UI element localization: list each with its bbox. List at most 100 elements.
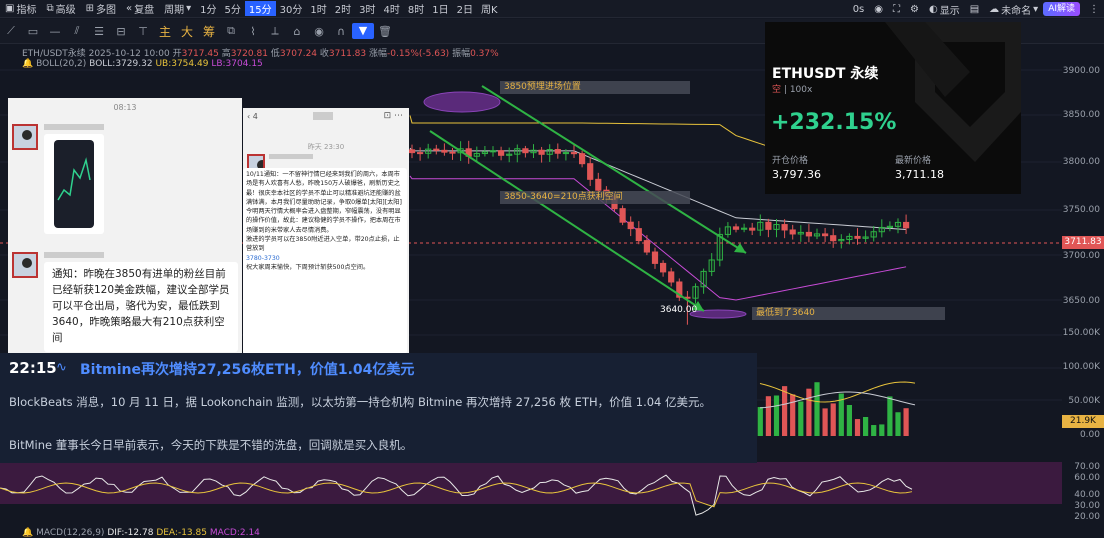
rect-tool-icon[interactable]: ▭ bbox=[22, 25, 44, 38]
volume-bar bbox=[854, 419, 861, 436]
news-headline[interactable]: Bitmine再次增持27,256枚ETH，价值1.04亿美元 bbox=[80, 359, 414, 379]
candle-body bbox=[570, 152, 578, 155]
channel-tool-icon[interactable]: ⫽ bbox=[66, 24, 88, 38]
timeframe-tab[interactable]: 1分 bbox=[196, 1, 220, 16]
period-button[interactable]: 周期 ▾ bbox=[159, 0, 196, 18]
candle-body bbox=[749, 227, 756, 231]
lock-icon[interactable]: ⌂ bbox=[286, 25, 308, 38]
boll-info: 🔔 BOLL(20,2) BOLL:3729.32 UB:3754.49 LB:… bbox=[22, 59, 263, 69]
replay-button[interactable]: «复盘 bbox=[121, 0, 159, 18]
fib-tool-icon[interactable]: ☰ bbox=[88, 25, 110, 38]
pnl-percent: +232.15% bbox=[771, 110, 897, 135]
volume-tag: 21.9K bbox=[1062, 415, 1104, 428]
eye-icon[interactable]: ◉ bbox=[308, 25, 330, 38]
measure-tool-icon[interactable]: ⊟ bbox=[110, 25, 132, 38]
trend-arrow-2 bbox=[429, 130, 705, 312]
layout-icon[interactable]: ▤ bbox=[965, 0, 984, 18]
timeframe-tab[interactable]: 15分 bbox=[244, 1, 276, 16]
candle-body bbox=[830, 235, 837, 242]
candle-body bbox=[619, 208, 626, 223]
line-tool-icon[interactable]: ⟋ bbox=[0, 24, 22, 38]
y-tick: 0.00 bbox=[1079, 430, 1100, 440]
camera-icon[interactable]: ◉ bbox=[869, 0, 888, 18]
candle-body bbox=[732, 226, 740, 230]
y-tick: 3850.00 bbox=[1062, 110, 1100, 120]
chat-time: 08:13 bbox=[113, 103, 137, 112]
candle-body bbox=[449, 151, 456, 154]
thumbnail-chart bbox=[57, 157, 91, 201]
filter-icon[interactable]: ▼ bbox=[352, 23, 374, 39]
volume-bar bbox=[887, 396, 893, 436]
cloud-button[interactable]: ☁ 未命名 ▾ bbox=[984, 0, 1043, 18]
chip-tool[interactable]: 筹 bbox=[198, 23, 220, 40]
volume-bar bbox=[790, 394, 796, 436]
high-value: 3720.81 bbox=[230, 49, 268, 59]
volume-bar bbox=[806, 388, 812, 436]
timeframe-tab[interactable]: 周K bbox=[477, 1, 502, 16]
bell-icon[interactable]: 🔔 bbox=[22, 59, 33, 69]
close-value: 3711.83 bbox=[328, 49, 367, 59]
chat-message: 通知：昨晚在3850有进单的粉丝目前已经斩获120美金跌幅，建议全部学员可以平仓… bbox=[44, 262, 238, 352]
timeframe-tab[interactable]: 2日 bbox=[453, 1, 477, 16]
hline-tool-icon[interactable]: — bbox=[44, 25, 66, 38]
amplitude-value: 0.37% bbox=[470, 49, 499, 59]
redacted-name bbox=[44, 252, 104, 258]
annotation-entry[interactable]: 3850预埋进场位置 bbox=[500, 81, 690, 94]
boll-name: BOLL(20,2) bbox=[36, 59, 87, 69]
news-paragraph-2: BitMine 董事长今日早前表示，今天的下跌是不错的洗盘，回调就是买入良机。 bbox=[9, 438, 413, 452]
candle-body bbox=[635, 228, 642, 242]
timeframe-tab[interactable]: 3时 bbox=[355, 1, 379, 16]
annotation-lowest[interactable]: 最低到了3640 bbox=[752, 307, 945, 320]
more-icon[interactable]: ⋮ bbox=[1084, 0, 1104, 18]
open-value: 3717.45 bbox=[181, 49, 219, 59]
annotation-profit-range[interactable]: 3850-3640=210点获利空间 bbox=[500, 191, 690, 204]
candle-body bbox=[538, 149, 545, 155]
ruler-icon[interactable]: ⟂ bbox=[264, 24, 286, 38]
volume-bar bbox=[757, 407, 763, 436]
timeframe-tab[interactable]: 8时 bbox=[404, 1, 428, 16]
redacted-name bbox=[44, 124, 104, 130]
volume-bar bbox=[879, 424, 885, 436]
trash-icon[interactable]: 🗑 bbox=[374, 25, 396, 38]
y-tick: 70.00 bbox=[1074, 462, 1100, 472]
timeframe-tab[interactable]: 1时 bbox=[306, 1, 330, 16]
candle-body bbox=[789, 229, 796, 235]
ai-interpret-button[interactable]: AI解读 bbox=[1043, 2, 1080, 16]
news-paragraph-1: BlockBeats 消息，10 月 11 日，据 Lookonchain 监测… bbox=[9, 395, 712, 409]
top-toolbar: ▣ 指标 ⧉ 高级 ⊞ 多图 «复盘 周期 ▾ 1分 5分 15分 30分 1时 2时 3时 4时 8时… bbox=[0, 0, 1104, 18]
big-order-tool[interactable]: 大 bbox=[176, 23, 198, 40]
timeframe-tab[interactable]: 5分 bbox=[221, 1, 245, 16]
timeframe-tab[interactable]: 1日 bbox=[428, 1, 452, 16]
datetime-label: 2025-10-12 10:00 bbox=[88, 49, 170, 59]
menu-icons[interactable]: ⊡ ⋯ bbox=[384, 111, 403, 121]
volume-bar bbox=[773, 395, 780, 436]
avatar bbox=[12, 124, 38, 150]
timeframe-tab[interactable]: 4时 bbox=[379, 1, 403, 16]
price-axis[interactable]: 3900.00 3850.00 3800.00 3750.00 3700.00 … bbox=[1062, 44, 1104, 538]
copy-icon[interactable]: ⧉ bbox=[220, 24, 242, 38]
timeframe-tabs: 1分 5分 15分 30分 1时 2时 3时 4时 8时 1日 2日 周K bbox=[196, 1, 501, 16]
magnet-icon[interactable]: ∩ bbox=[330, 25, 352, 38]
main-force-tool[interactable]: 主 bbox=[154, 23, 176, 40]
y-tick: 3800.00 bbox=[1062, 157, 1100, 167]
indicators-button[interactable]: ▣ 指标 bbox=[0, 0, 41, 18]
text-tool-icon[interactable]: ⊤ bbox=[132, 25, 154, 38]
y-tick: 3700.00 bbox=[1062, 251, 1100, 261]
settings-icon[interactable]: ⚙ bbox=[905, 0, 924, 18]
bell-icon[interactable]: 🔔 bbox=[22, 528, 33, 538]
display-button[interactable]: ◐ 显示 bbox=[924, 0, 965, 18]
timeframe-tab[interactable]: 30分 bbox=[276, 1, 307, 16]
timeframe-tab[interactable]: 2时 bbox=[331, 1, 355, 16]
advanced-button[interactable]: ⧉ 高级 bbox=[41, 0, 80, 18]
phone-thumbnail bbox=[54, 140, 94, 228]
macd-name: MACD(12,26,9) bbox=[36, 528, 105, 538]
candle-body bbox=[627, 221, 634, 230]
brush-icon[interactable]: ⌇ bbox=[242, 25, 264, 38]
multi-chart-button[interactable]: ⊞ 多图 bbox=[81, 0, 121, 18]
macd-dif: DIF:-12.78 bbox=[107, 528, 154, 538]
y-tick: 40.00 bbox=[1074, 490, 1100, 500]
candle-body bbox=[417, 152, 424, 155]
fullscreen-icon[interactable]: ⛶ bbox=[888, 0, 905, 18]
back-badge[interactable]: ‹ 4 bbox=[247, 112, 258, 121]
candle-body bbox=[498, 150, 505, 156]
